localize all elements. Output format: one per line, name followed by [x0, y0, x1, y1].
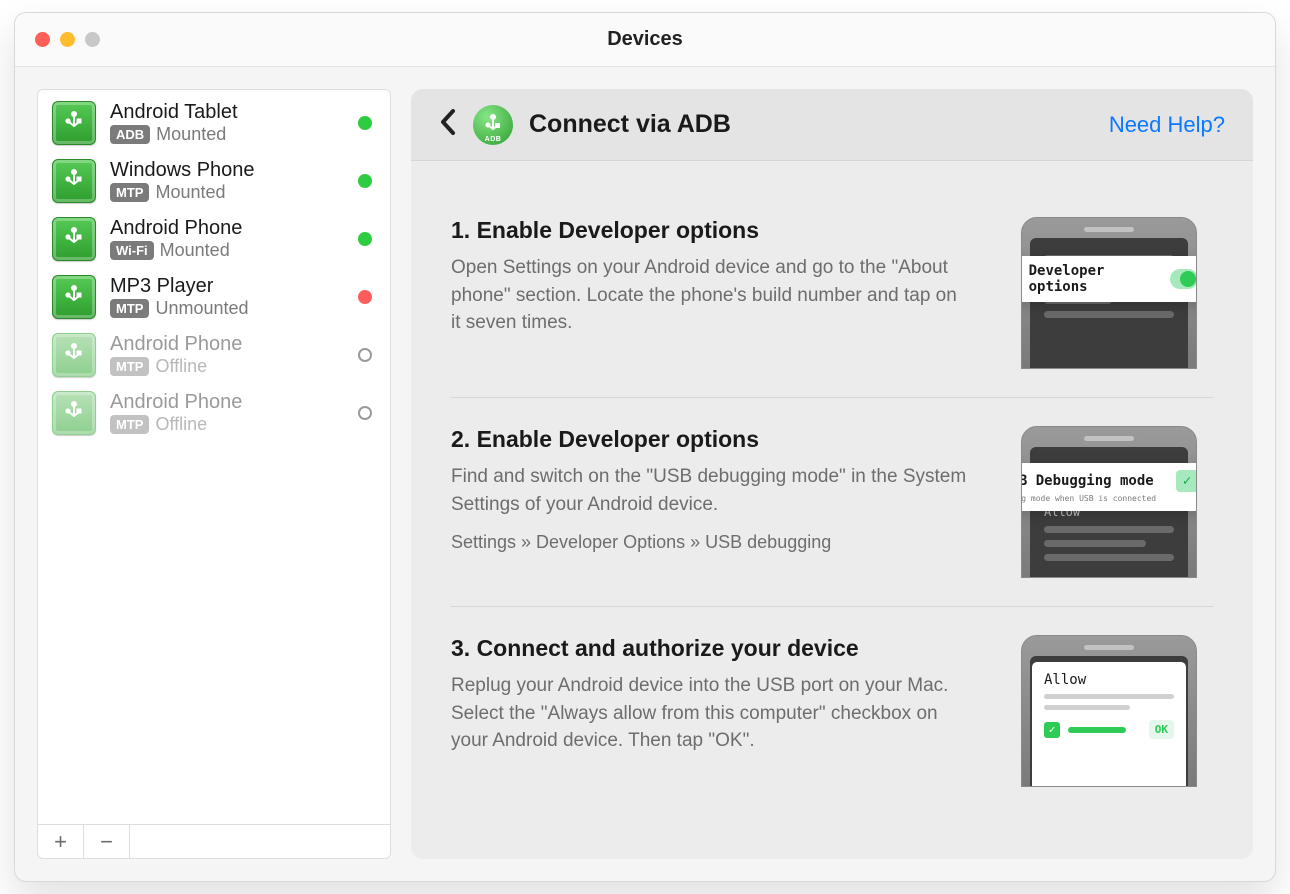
remove-device-button[interactable]: − [84, 825, 130, 858]
step-title: 2. Enable Developer options [451, 426, 969, 453]
phone-illustration: {} Developer options [1021, 217, 1197, 369]
device-row[interactable]: Android Phone MTP Offline [38, 326, 390, 384]
device-row[interactable]: Windows Phone MTP Mounted [38, 152, 390, 210]
main-header: ADB Connect via ADB Need Help? [411, 89, 1253, 161]
protocol-badge: ADB [110, 125, 150, 144]
add-device-button[interactable]: + [38, 825, 84, 858]
device-status: Unmounted [155, 298, 248, 319]
device-name: Android Tablet [110, 101, 344, 123]
toggle-icon [1170, 269, 1197, 289]
device-text: Android Phone MTP Offline [110, 391, 344, 435]
device-text: Android Tablet ADB Mounted [110, 101, 344, 145]
main-panel: ADB Connect via ADB Need Help? 1. Enable… [411, 89, 1253, 859]
usb-debug-card: USB Debugging mode ✓ Debug mode when USB… [1021, 463, 1197, 511]
device-icon [52, 101, 96, 145]
device-icon [52, 159, 96, 203]
step-title: 1. Enable Developer options [451, 217, 969, 244]
status-dot [358, 116, 372, 130]
protocol-badge: MTP [110, 183, 149, 202]
device-icon [52, 333, 96, 377]
dialog-title: Allow [1044, 672, 1174, 688]
window-title: Devices [15, 28, 1275, 51]
steps-container: 1. Enable Developer options Open Setting… [411, 161, 1253, 859]
status-dot [358, 174, 372, 188]
device-status: Offline [155, 414, 207, 435]
device-status: Mounted [155, 182, 225, 203]
device-name: Android Phone [110, 391, 344, 413]
checkbox-icon: ✓ [1044, 722, 1060, 738]
titlebar: Devices [15, 13, 1275, 67]
device-text: Android Phone MTP Offline [110, 333, 344, 377]
help-link[interactable]: Need Help? [1109, 112, 1225, 138]
protocol-badge: Wi-Fi [110, 241, 154, 260]
usb-debug-label: USB Debugging mode [1021, 473, 1154, 489]
protocol-badge: MTP [110, 415, 149, 434]
step-title: 3. Connect and authorize your device [451, 635, 969, 662]
device-list: Android Tablet ADB Mounted Windows Phone… [38, 90, 390, 824]
device-name: Android Phone [110, 217, 344, 239]
sidebar-footer: + − [38, 824, 390, 858]
minimize-window-button[interactable] [60, 32, 75, 47]
device-icon [52, 217, 96, 261]
maximize-window-button[interactable] [85, 32, 100, 47]
protocol-badge: MTP [110, 357, 149, 376]
main-title: Connect via ADB [529, 110, 731, 139]
device-name: Android Phone [110, 333, 344, 355]
phone-illustration: Allow ✓ OK [1021, 635, 1197, 787]
device-icon [52, 275, 96, 319]
close-window-button[interactable] [35, 32, 50, 47]
authorize-dialog: Allow ✓ OK [1032, 662, 1186, 786]
step-body: Replug your Android device into the USB … [451, 672, 969, 755]
usb-debug-sub: Debug mode when USB is connected [1021, 494, 1197, 503]
status-dot [358, 406, 372, 420]
protocol-badge: MTP [110, 299, 149, 318]
device-text: MP3 Player MTP Unmounted [110, 275, 344, 319]
ok-button-illustration: OK [1149, 720, 1174, 739]
status-dot [358, 290, 372, 304]
device-status: Mounted [156, 124, 226, 145]
step: 2. Enable Developer options Find and swi… [451, 397, 1213, 606]
step-body: Find and switch on the "USB debugging mo… [451, 463, 969, 518]
back-button[interactable] [439, 108, 457, 142]
device-icon [52, 391, 96, 435]
device-name: MP3 Player [110, 275, 344, 297]
device-text: Android Phone Wi-Fi Mounted [110, 217, 344, 261]
step: 3. Connect and authorize your device Rep… [451, 606, 1213, 815]
status-dot [358, 348, 372, 362]
step-body: Open Settings on your Android device and… [451, 254, 969, 337]
device-status: Mounted [160, 240, 230, 261]
step-path: Settings » Developer Options » USB debug… [451, 532, 969, 553]
device-row[interactable]: Android Phone MTP Offline [38, 384, 390, 442]
body: Android Tablet ADB Mounted Windows Phone… [15, 67, 1275, 881]
adb-icon-label: ADB [485, 136, 502, 143]
device-sidebar: Android Tablet ADB Mounted Windows Phone… [37, 89, 391, 859]
window-controls [15, 32, 100, 47]
step: 1. Enable Developer options Open Setting… [451, 189, 1213, 397]
device-status: Offline [155, 356, 207, 377]
device-row[interactable]: Android Phone Wi-Fi Mounted [38, 210, 390, 268]
dev-options-card: {} Developer options [1021, 256, 1197, 302]
device-name: Windows Phone [110, 159, 344, 181]
phone-illustration: Allow USB Debugging mode ✓ Debug mode wh… [1021, 426, 1197, 578]
dev-options-label: Developer options [1029, 263, 1162, 295]
status-dot [358, 232, 372, 246]
device-row[interactable]: MP3 Player MTP Unmounted [38, 268, 390, 326]
app-window: Devices Android Tablet ADB Mounted Windo… [14, 12, 1276, 882]
checkbox-icon: ✓ [1176, 470, 1197, 492]
adb-icon: ADB [473, 105, 513, 145]
device-row[interactable]: Android Tablet ADB Mounted [38, 94, 390, 152]
device-text: Windows Phone MTP Mounted [110, 159, 344, 203]
